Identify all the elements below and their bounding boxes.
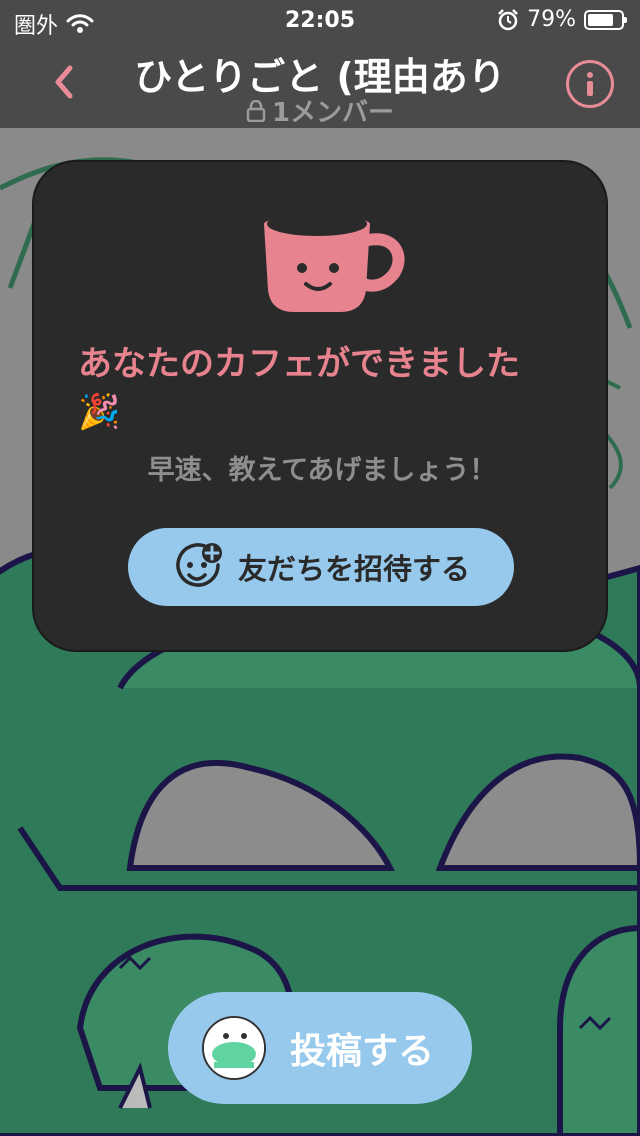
add-friend-icon <box>176 543 222 587</box>
invite-friends-label: 友だちを招待する <box>237 552 470 586</box>
dialog-title-text: あなたのカフェができました <box>78 344 520 384</box>
coffee-cup-icon <box>264 212 405 312</box>
avatar-image <box>204 1018 264 1078</box>
member-count: 1メンバー <box>0 92 640 129</box>
nav-bar: ひとりごと (理由あり 1メンバー <box>0 40 640 128</box>
info-icon <box>587 72 593 96</box>
battery-icon <box>584 9 627 30</box>
invite-friends-button[interactable]: 友だちを招待する <box>128 528 514 606</box>
dialog-subtitle: 早速、教えてあげましょう！ <box>147 455 497 486</box>
cafe-created-dialog: あなたのカフェができました 🎉 早速、教えてあげましょう！ 友だちを招待する <box>32 160 608 652</box>
status-bar: 圏外 22:05 79% <box>0 0 640 40</box>
post-button-label: 投稿する <box>290 1031 435 1072</box>
post-button[interactable]: 投稿する <box>168 992 472 1104</box>
avatar <box>202 1016 266 1080</box>
battery-percent: 79% <box>527 7 576 32</box>
lock-icon <box>246 99 266 122</box>
member-count-label: 1メンバー <box>271 98 395 128</box>
alarm-icon <box>498 8 518 30</box>
info-button[interactable] <box>566 60 614 108</box>
battery-fill <box>588 13 613 26</box>
dialog-title: あなたのカフェができました 🎉 <box>78 340 578 436</box>
party-popper-emoji: 🎉 <box>78 392 121 432</box>
